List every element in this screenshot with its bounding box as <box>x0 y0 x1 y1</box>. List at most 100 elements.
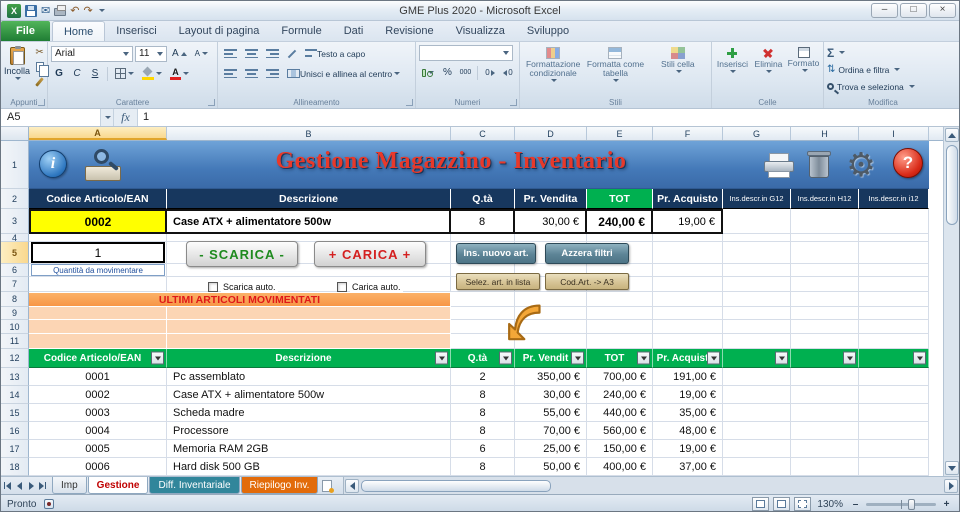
cell-sell-price[interactable]: 25,00 € <box>515 440 587 458</box>
tab-visualizza[interactable]: Visualizza <box>445 21 516 41</box>
scarica-button[interactable]: - SCARICA - <box>186 241 298 267</box>
header-ins-i12[interactable]: Ins.descr.in i12 <box>859 189 929 209</box>
help-icon[interactable]: ? <box>893 148 923 178</box>
row-header[interactable]: 12 <box>1 349 29 368</box>
select-article-in-list-button[interactable]: Selez. art. in lista <box>456 273 540 290</box>
cell-total[interactable]: 560,00 € <box>587 422 653 440</box>
select-all-corner[interactable] <box>1 127 29 140</box>
cell[interactable] <box>791 458 859 476</box>
font-name-select[interactable]: Arial <box>51 45 133 62</box>
print-icon[interactable] <box>54 5 67 16</box>
header-ins-g12[interactable]: Ins.descr.in G12 <box>723 189 791 209</box>
cell[interactable] <box>859 404 929 422</box>
cell-buy-price[interactable]: 19,00 € <box>653 386 723 404</box>
cell[interactable] <box>451 334 515 349</box>
filter-button[interactable] <box>637 351 650 365</box>
cell[interactable] <box>791 320 859 334</box>
orientation-button[interactable] <box>284 45 300 62</box>
header-pr-vendita[interactable]: Pr. Vendita <box>515 189 587 209</box>
macro-record-icon[interactable] <box>44 499 55 509</box>
cell-styles-button[interactable]: Stili cella <box>648 45 708 73</box>
row-header[interactable]: 13 <box>1 368 29 386</box>
cell[interactable] <box>653 292 723 307</box>
cell-buy-price[interactable]: 37,00 € <box>653 458 723 476</box>
sheet-tab-imp[interactable]: Imp <box>52 477 87 494</box>
cell[interactable] <box>791 404 859 422</box>
cell[interactable] <box>451 292 515 307</box>
cell-qty[interactable]: 8 <box>451 422 515 440</box>
cell[interactable] <box>451 234 515 242</box>
column-header-h[interactable]: H <box>791 127 859 140</box>
column-header-d[interactable]: D <box>515 127 587 140</box>
insert-new-article-button[interactable]: Ins. nuovo art. <box>456 243 536 264</box>
dialog-launcher-icon[interactable] <box>38 99 45 106</box>
cell[interactable] <box>29 277 167 292</box>
row-header[interactable]: 14 <box>1 386 29 404</box>
cell-code[interactable]: 0002 <box>29 386 167 404</box>
cell-sell-price[interactable]: 350,00 € <box>515 368 587 386</box>
header-qta[interactable]: Q.tà <box>451 189 515 209</box>
info-icon[interactable]: i <box>39 150 67 178</box>
cell[interactable] <box>859 320 929 334</box>
align-center-button[interactable] <box>242 65 261 82</box>
cell[interactable] <box>451 307 515 320</box>
cell[interactable] <box>723 334 791 349</box>
cell[interactable] <box>859 440 929 458</box>
header-descrizione[interactable]: Descrizione <box>167 189 451 209</box>
tab-formule[interactable]: Formule <box>270 21 332 41</box>
cell[interactable] <box>723 264 791 277</box>
cell-code[interactable]: 0005 <box>29 440 167 458</box>
column-header-c[interactable]: C <box>451 127 515 140</box>
trash-icon[interactable] <box>807 151 831 179</box>
page-break-view-button[interactable] <box>794 497 811 511</box>
selected-article-buy-price[interactable]: 19,00 € <box>653 209 723 234</box>
selected-article-total[interactable]: 240,00 € <box>587 209 653 234</box>
cell[interactable] <box>587 292 653 307</box>
cell[interactable] <box>791 242 859 264</box>
cell[interactable] <box>653 234 723 242</box>
row-header[interactable]: 6 <box>1 264 29 277</box>
row-header[interactable]: 7 <box>1 277 29 292</box>
cell[interactable] <box>791 386 859 404</box>
header-codice[interactable]: Codice Articolo/EAN <box>29 189 167 209</box>
find-select-button[interactable]: Trova e seleziona <box>827 79 939 94</box>
cell[interactable] <box>791 307 859 320</box>
percent-button[interactable]: % <box>439 64 455 81</box>
merge-center-button[interactable]: Unisci e allinea al centro <box>284 65 403 82</box>
cell-sell-price[interactable]: 70,00 € <box>515 422 587 440</box>
cell[interactable] <box>167 320 451 334</box>
cell[interactable] <box>723 422 791 440</box>
sheet-tab-gestione[interactable]: Gestione <box>87 477 149 494</box>
cell-qty[interactable]: 6 <box>451 440 515 458</box>
zoom-slider-thumb[interactable] <box>908 498 915 510</box>
scarica-auto-checkbox[interactable] <box>208 282 218 292</box>
increase-decimal-button[interactable]: 0 <box>482 64 498 81</box>
cell[interactable] <box>723 209 791 234</box>
cell[interactable] <box>723 404 791 422</box>
copy-icon[interactable] <box>32 60 49 77</box>
cell-buy-price[interactable]: 19,00 € <box>653 440 723 458</box>
format-cells-button[interactable]: Formato <box>787 45 820 72</box>
cell[interactable] <box>653 277 723 292</box>
zoom-level[interactable]: 130% <box>817 499 843 510</box>
column-header-g[interactable]: G <box>723 127 791 140</box>
cell[interactable] <box>653 264 723 277</box>
row-header[interactable]: 4 <box>1 233 29 243</box>
formula-input[interactable]: 1 <box>138 109 959 126</box>
cell[interactable] <box>587 320 653 334</box>
save-icon[interactable] <box>25 4 37 17</box>
cell-code[interactable]: 0001 <box>29 368 167 386</box>
sort-filter-button[interactable]: ⇅ Ordina e filtra <box>827 62 939 77</box>
tab-file[interactable]: File <box>1 21 50 41</box>
cell[interactable] <box>587 334 653 349</box>
cell[interactable] <box>723 458 791 476</box>
cut-icon[interactable]: ✂ <box>32 45 47 59</box>
row-header[interactable]: 1 <box>1 141 29 189</box>
cell[interactable] <box>791 368 859 386</box>
cell-total[interactable]: 440,00 € <box>587 404 653 422</box>
paste-button[interactable]: Incolla <box>4 45 30 80</box>
cell-description[interactable]: Memoria RAM 2GB <box>167 440 451 458</box>
cell[interactable] <box>859 334 929 349</box>
cell[interactable] <box>723 368 791 386</box>
filter-button[interactable] <box>435 351 448 365</box>
